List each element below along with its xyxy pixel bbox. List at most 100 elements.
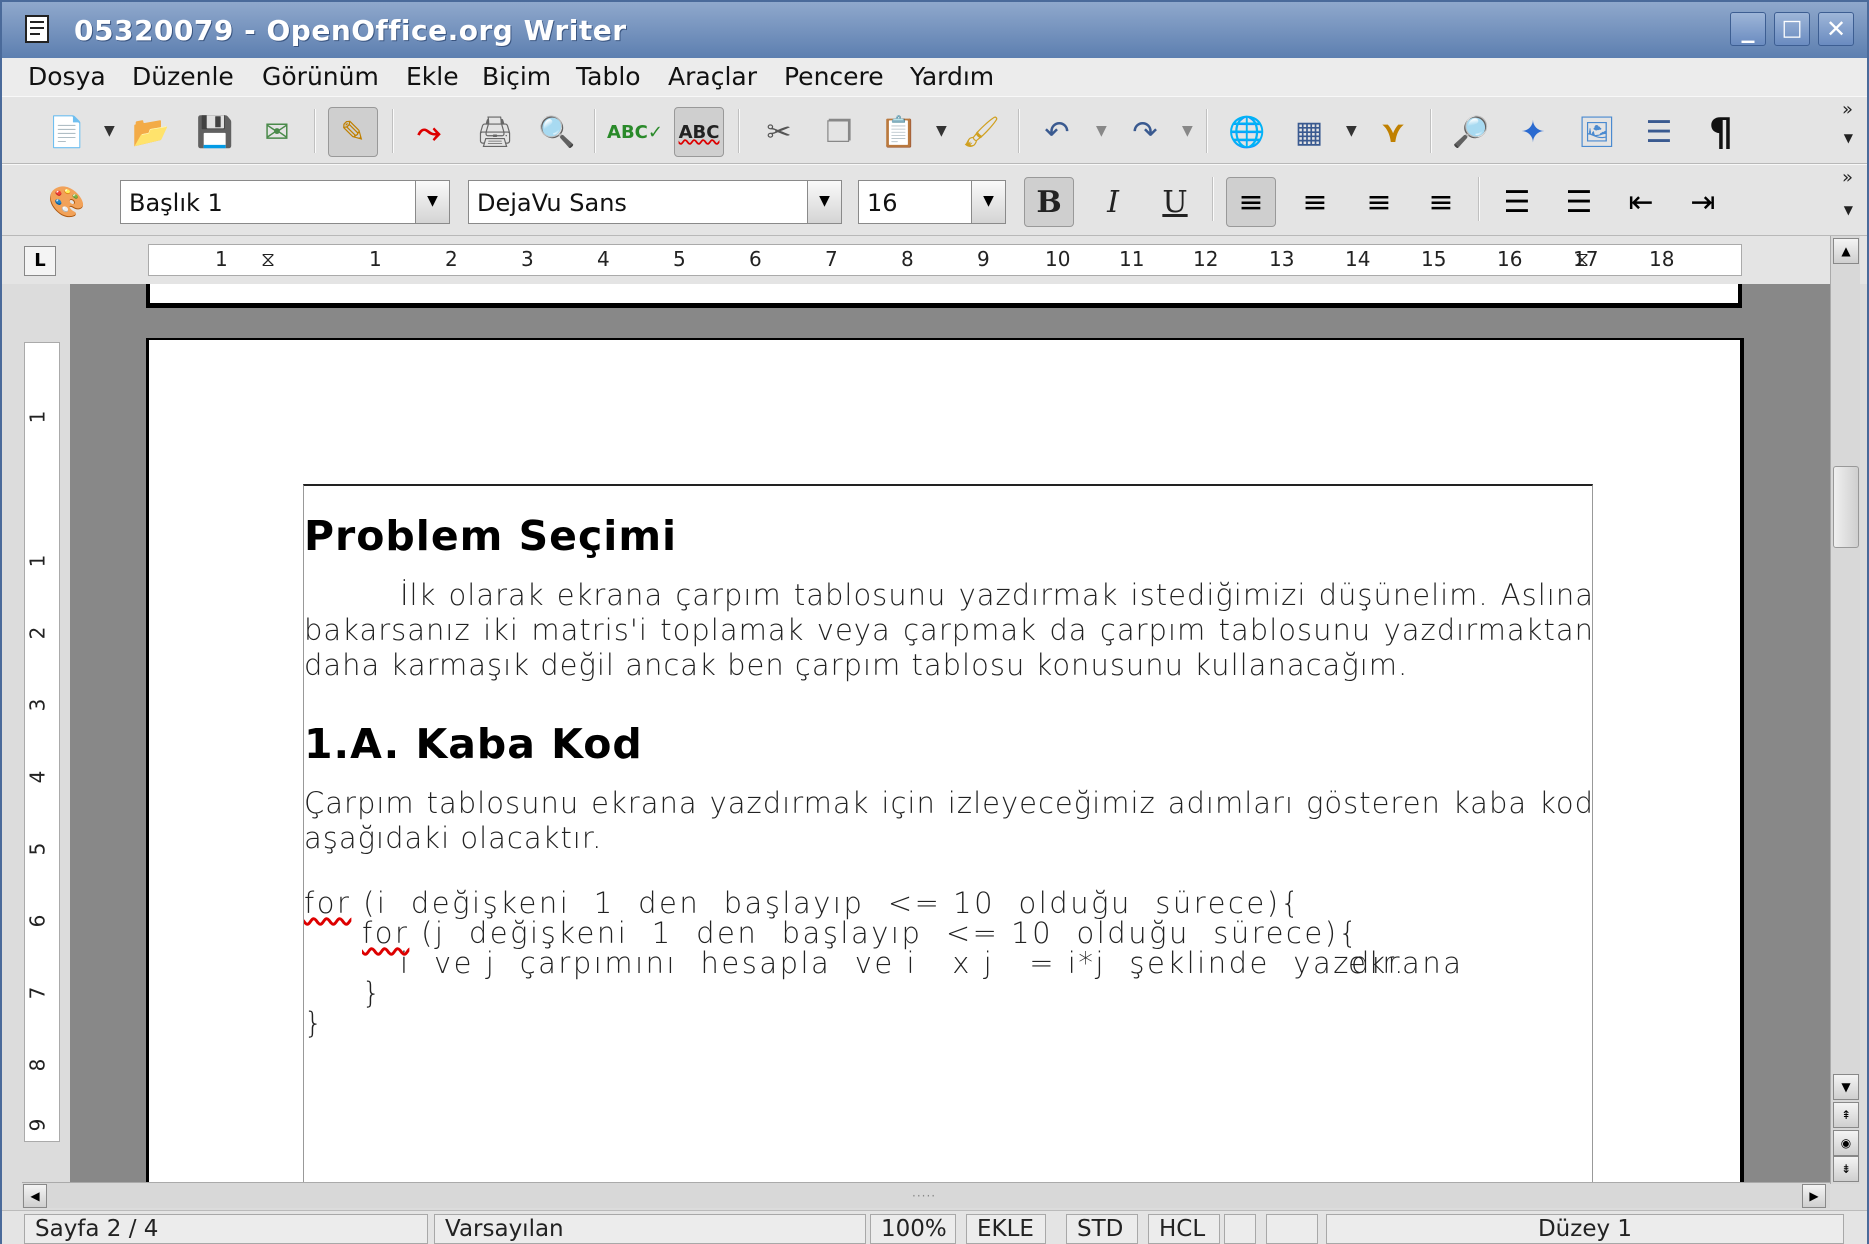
hyperlink-icon[interactable]: 🌐 (1222, 107, 1272, 157)
save-icon[interactable]: 💾 (190, 107, 240, 157)
right-indent-marker-icon[interactable]: ⧖ (1575, 247, 1589, 271)
data-sources-icon[interactable]: ☰ (1634, 107, 1684, 157)
chevron-down-icon[interactable]: ▼ (415, 181, 449, 223)
horizontal-ruler[interactable]: 1 ⧖ 1 2 3 4 5 6 7 8 9 10 11 12 13 14 15 … (148, 244, 1742, 276)
menu-araclar[interactable]: Araçlar (664, 60, 761, 93)
new-dropdown-chevron-icon[interactable]: ▼ (104, 123, 115, 139)
heading-kaba-kod[interactable]: 1.A. Kaba Kod (304, 720, 643, 768)
menu-bicim[interactable]: Biçim (478, 60, 555, 93)
menu-pencere[interactable]: Pencere (780, 60, 888, 93)
decrease-indent-icon[interactable]: ⇤ (1616, 177, 1666, 227)
spellcheck-icon[interactable]: ABC✓ (607, 107, 663, 157)
underline-button[interactable]: U (1150, 177, 1200, 227)
document-page[interactable]: Problem Seçimi İlk olarak ekrana çarpım … (146, 338, 1744, 1184)
code-line-5[interactable]: } (304, 1006, 325, 1040)
font-size-combo[interactable]: 16 ▼ (858, 180, 1006, 224)
menu-ekle[interactable]: Ekle (402, 60, 463, 93)
menu-gorunum[interactable]: Görünüm (258, 60, 383, 93)
undo-dropdown-chevron-icon[interactable]: ▼ (1096, 123, 1107, 139)
font-name-combo[interactable]: DejaVu Sans ▼ (468, 180, 842, 224)
table-dropdown-chevron-icon[interactable]: ▼ (1346, 123, 1357, 139)
previous-page-icon[interactable]: ⇞ (1833, 1102, 1859, 1128)
italic-button[interactable]: I (1088, 177, 1138, 227)
increase-indent-icon[interactable]: ⇥ (1678, 177, 1728, 227)
export-pdf-icon[interactable]: ⤳ (404, 107, 454, 157)
paragraph-style-combo[interactable]: Başlık 1 ▼ (120, 180, 450, 224)
next-page-icon[interactable]: ⇟ (1833, 1156, 1859, 1182)
numbering-icon[interactable]: ☰ (1492, 177, 1542, 227)
code-line-2[interactable]: for (j değişkeni 1 den başlayıp <= 10 ol… (362, 916, 1359, 950)
cut-icon[interactable]: ✂ (754, 107, 804, 157)
align-center-icon[interactable]: ≡ (1290, 177, 1340, 227)
paragraph-kaba-kod[interactable]: Çarpım tablosunu ekrana yazdırmak için i… (304, 786, 1594, 856)
tab-stop-selector[interactable]: L (24, 246, 56, 276)
selection-mode[interactable]: STD (1066, 1214, 1138, 1244)
paste-dropdown-chevron-icon[interactable]: ▼ (936, 123, 947, 139)
formatting-marks-icon[interactable]: ¶ (1696, 107, 1746, 157)
toolbar-overflow-chevron-icon[interactable]: ▼ (1844, 203, 1853, 217)
edit-file-icon[interactable]: ✎ (328, 107, 378, 157)
text-area[interactable]: Problem Seçimi İlk olarak ekrana çarpım … (303, 484, 1593, 1184)
vertical-scrollbar[interactable]: ▲ ▼ ⇞ ◉ ⇟ (1830, 236, 1860, 1184)
code-line-3[interactable]: i ve j çarpımını hesapla ve i x j = i*j … (400, 946, 1406, 980)
scroll-up-icon[interactable]: ▲ (1833, 238, 1859, 264)
indent-marker-icon[interactable]: ⧖ (261, 247, 275, 271)
scroll-left-icon[interactable]: ◀ (23, 1184, 47, 1208)
scroll-right-icon[interactable]: ▶ (1802, 1184, 1826, 1208)
vertical-scroll-thumb[interactable] (1833, 466, 1859, 548)
autospellcheck-icon[interactable]: ABC (674, 107, 724, 157)
page-style[interactable]: Varsayılan (434, 1214, 866, 1244)
print-preview-icon[interactable]: 🔍 (532, 107, 582, 157)
digital-signature-indicator[interactable] (1266, 1214, 1318, 1244)
scroll-down-icon[interactable]: ▼ (1833, 1074, 1859, 1100)
open-icon[interactable]: 📂 (126, 107, 176, 157)
menu-tablo[interactable]: Tablo (572, 60, 645, 93)
document-modified-indicator[interactable] (1224, 1214, 1256, 1244)
close-button[interactable]: ✕ (1818, 12, 1854, 46)
copy-icon[interactable]: ❐ (814, 107, 864, 157)
align-left-icon[interactable]: ≡ (1226, 177, 1276, 227)
navigator-icon[interactable]: ✦ (1508, 107, 1558, 157)
paste-icon[interactable]: 📋 (874, 107, 924, 157)
hyperlink-mode[interactable]: HCL (1148, 1214, 1220, 1244)
misspelled-word[interactable]: for (362, 916, 409, 950)
menu-yardim[interactable]: Yardım (906, 60, 998, 93)
gallery-icon[interactable]: 🖼 (1572, 107, 1622, 157)
menu-dosya[interactable]: Dosya (24, 60, 110, 93)
insert-mode[interactable]: EKLE (966, 1214, 1046, 1244)
new-document-icon[interactable]: 📄 (42, 107, 92, 157)
bold-button[interactable]: B (1024, 177, 1074, 227)
redo-dropdown-chevron-icon[interactable]: ▼ (1182, 123, 1193, 139)
redo-icon[interactable]: ↷ (1120, 107, 1170, 157)
document-area[interactable]: Problem Seçimi İlk olarak ekrana çarpım … (70, 284, 1830, 1184)
maximize-button[interactable]: □ (1774, 12, 1810, 46)
minimize-button[interactable]: _ (1730, 12, 1766, 46)
navigation-icon[interactable]: ◉ (1833, 1130, 1859, 1156)
chevron-down-icon[interactable]: ▼ (807, 181, 841, 223)
chevron-down-icon[interactable]: ▼ (971, 181, 1005, 223)
paragraph-intro[interactable]: İlk olarak ekrana çarpım tablosunu yazdı… (304, 578, 1594, 683)
vertical-ruler[interactable]: 1 1 2 3 4 5 6 7 8 9 (24, 342, 60, 1142)
page-indicator[interactable]: Sayfa 2 / 4 (24, 1214, 428, 1244)
code-line-4[interactable]: } (362, 976, 383, 1010)
title-bar[interactable]: 05320079 - OpenOffice.org Writer _ □ ✕ (2, 2, 1867, 58)
toolbar-overflow-chevron-icon[interactable]: ▼ (1844, 131, 1853, 145)
find-replace-icon[interactable]: 🔎 (1446, 107, 1496, 157)
bullets-icon[interactable]: ☰ (1554, 177, 1604, 227)
zoom-level[interactable]: 100% (870, 1214, 956, 1244)
email-icon[interactable]: ✉ (252, 107, 302, 157)
align-right-icon[interactable]: ≡ (1354, 177, 1404, 227)
justify-icon[interactable]: ≡ (1416, 177, 1466, 227)
toolbar-overflow-icon[interactable]: » (1842, 99, 1853, 120)
show-draw-functions-icon[interactable]: ⋎ (1368, 107, 1418, 157)
horizontal-scrollbar[interactable]: ◀ ····· ▶ (22, 1182, 1830, 1208)
print-icon[interactable]: 🖨 (470, 107, 520, 157)
code-line-1[interactable]: for (i değişkeni 1 den başlayıp <= 10 ol… (304, 886, 1301, 920)
styles-formatting-icon[interactable]: 🎨 (42, 177, 92, 227)
insert-table-icon[interactable]: ▦ (1284, 107, 1334, 157)
scroll-grip-icon[interactable]: ····· (912, 1189, 936, 1203)
toolbar-overflow-icon[interactable]: » (1842, 167, 1853, 188)
clone-formatting-icon[interactable]: 🖌 (956, 107, 1006, 157)
undo-icon[interactable]: ↶ (1032, 107, 1082, 157)
misspelled-word[interactable]: for (304, 886, 351, 920)
